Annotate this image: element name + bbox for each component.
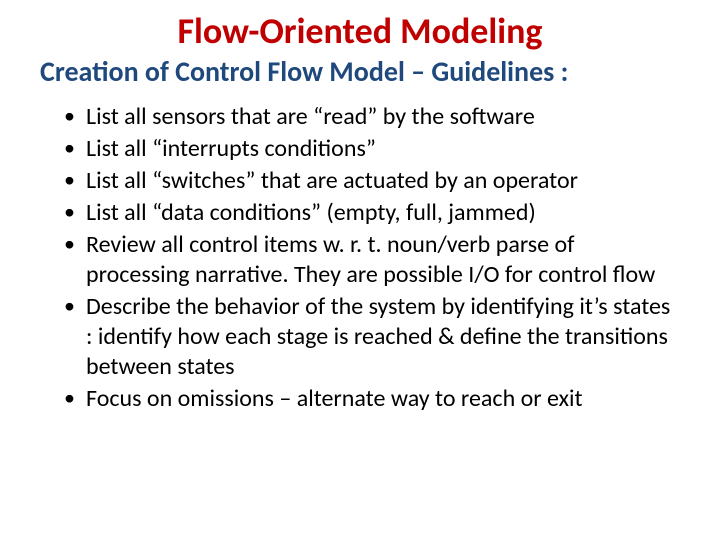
list-item: List all “interrupts conditions” [64, 134, 680, 164]
slide: Flow-Oriented Modeling Creation of Contr… [0, 0, 720, 540]
slide-subtitle: Creation of Control Flow Model – Guideli… [40, 56, 680, 88]
list-item: List all sensors that are “read” by the … [64, 102, 680, 132]
bullet-list: List all sensors that are “read” by the … [40, 102, 680, 414]
list-item: List all “switches” that are actuated by… [64, 166, 680, 196]
list-item: Review all control items w. r. t. noun/v… [64, 230, 680, 290]
list-item: Focus on omissions – alternate way to re… [64, 384, 680, 414]
list-item: List all “data conditions” (empty, full,… [64, 198, 680, 228]
list-item: Describe the behavior of the system by i… [64, 292, 680, 382]
slide-title: Flow-Oriented Modeling [40, 12, 680, 52]
